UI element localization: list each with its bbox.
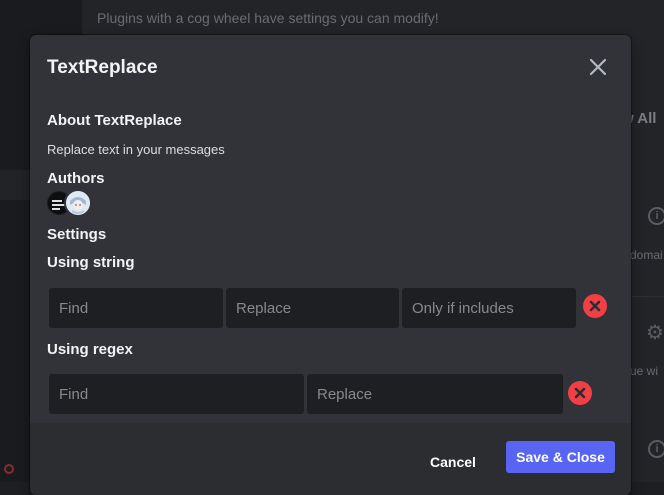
cancel-button[interactable]: Cancel <box>420 445 486 479</box>
about-heading: About TextReplace <box>47 112 182 129</box>
background-sidebar-highlight <box>0 170 30 200</box>
authors-heading: Authors <box>47 170 105 187</box>
string-rules-heading: Using string <box>47 254 135 271</box>
regex-rules-heading: Using regex <box>47 341 133 358</box>
delete-regex-rule-button[interactable] <box>568 381 592 405</box>
info-icon: i <box>648 207 664 225</box>
delete-icon <box>583 294 607 318</box>
settings-heading: Settings <box>47 226 107 243</box>
string-replace-input[interactable] <box>226 288 399 328</box>
regex-replace-input[interactable] <box>307 374 563 414</box>
background-text-fragment: ue wi <box>630 364 659 378</box>
plugin-settings-modal: TextReplace About TextReplace Replace te… <box>30 35 631 495</box>
author-avatar[interactable] <box>64 189 92 217</box>
gear-icon: ⚙ <box>646 322 664 344</box>
modal-footer: Cancel Save & Close <box>30 423 631 495</box>
save-and-close-button[interactable]: Save & Close <box>506 441 615 473</box>
string-only-if-includes-input[interactable] <box>402 288 576 328</box>
close-button[interactable] <box>586 55 610 79</box>
background-text-fragment: domai <box>630 248 663 262</box>
background-hint-text: Plugins with a cog wheel have settings y… <box>97 10 439 26</box>
avatar-image <box>66 191 90 215</box>
modal-title: TextReplace <box>47 57 158 78</box>
info-icon: i <box>648 440 664 458</box>
delete-icon <box>568 381 592 405</box>
close-icon <box>589 58 607 76</box>
status-dot-icon <box>4 464 14 474</box>
string-find-input[interactable] <box>49 288 223 328</box>
plugin-description: Replace text in your messages <box>47 142 225 157</box>
regex-find-input[interactable] <box>49 374 304 414</box>
background-divider <box>632 296 664 297</box>
delete-string-rule-button[interactable] <box>583 294 607 318</box>
